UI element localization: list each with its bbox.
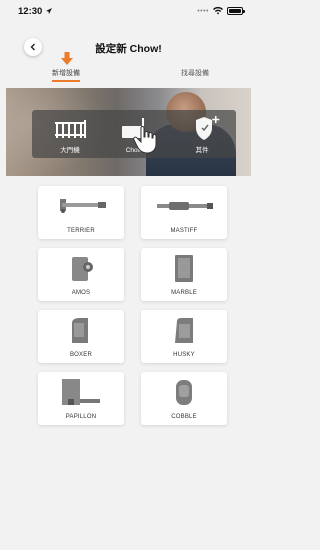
product-label: BOXER [69,352,92,358]
mastiff-arm-icon [157,202,213,210]
location-arrow-icon [46,8,53,14]
product-label: MARBLE [171,290,197,296]
tab-find-device[interactable]: 找尋設備 [181,68,209,78]
product-card-husky[interactable]: HUSKY [141,310,227,363]
back-button[interactable] [24,38,42,56]
signal-icon: •••• [197,7,209,15]
cobble-motor-icon [176,380,192,405]
papillon-motor-icon [62,379,100,405]
device-type-gate[interactable]: 大門機 [40,110,100,158]
product-label: PAPILLON [65,414,97,420]
page-title: 設定新 Chow! [95,42,162,55]
product-card-terrier[interactable]: TERRIER [38,186,124,239]
product-card-marble[interactable]: MARBLE [141,248,227,301]
product-label: HUSKY [173,352,195,358]
product-card-boxer[interactable]: BOXER [38,310,124,363]
product-label: AMOS [71,290,91,296]
status-time: 12:30 [18,5,43,17]
device-type-gate-label: 大門機 [60,147,80,154]
product-label: TERRIER [67,228,95,234]
chevron-left-icon [30,43,35,51]
status-bar: 12:30 •••• [0,0,257,22]
battery-icon [227,7,245,15]
tab-add-device[interactable]: 新增設備 [52,68,80,78]
device-type-other-label: 其件 [195,147,209,154]
hand-pointer-icon [133,126,157,154]
marble-motor-icon [175,255,193,282]
product-card-papillon[interactable]: PAPILLON [38,372,124,425]
wifi-icon [213,7,223,15]
husky-motor-icon [175,318,193,343]
status-time-group: 12:30 [18,6,53,17]
boxer-motor-icon [72,318,88,343]
tab-active-indicator [52,80,80,82]
nav-bar: 設定新 Chow! [0,36,257,60]
gate-icon [55,120,86,138]
shield-plus-icon [196,116,220,140]
amos-motor-icon [72,257,93,281]
tab-bar: 新增設備 找尋設備 [0,52,257,88]
status-icons: •••• [197,7,245,15]
terrier-arm-icon [60,199,106,213]
product-label: COBBLE [171,414,197,420]
product-label: MASTIFF [170,228,198,234]
product-card-amos[interactable]: AMOS [38,248,124,301]
down-arrow-icon [61,52,73,65]
product-card-cobble[interactable]: COBBLE [141,372,227,425]
device-type-other[interactable]: 其件 [172,110,232,158]
product-card-mastiff[interactable]: MASTIFF [141,186,227,239]
device-type-selector: 大門機 Chow 其件 [32,110,236,158]
